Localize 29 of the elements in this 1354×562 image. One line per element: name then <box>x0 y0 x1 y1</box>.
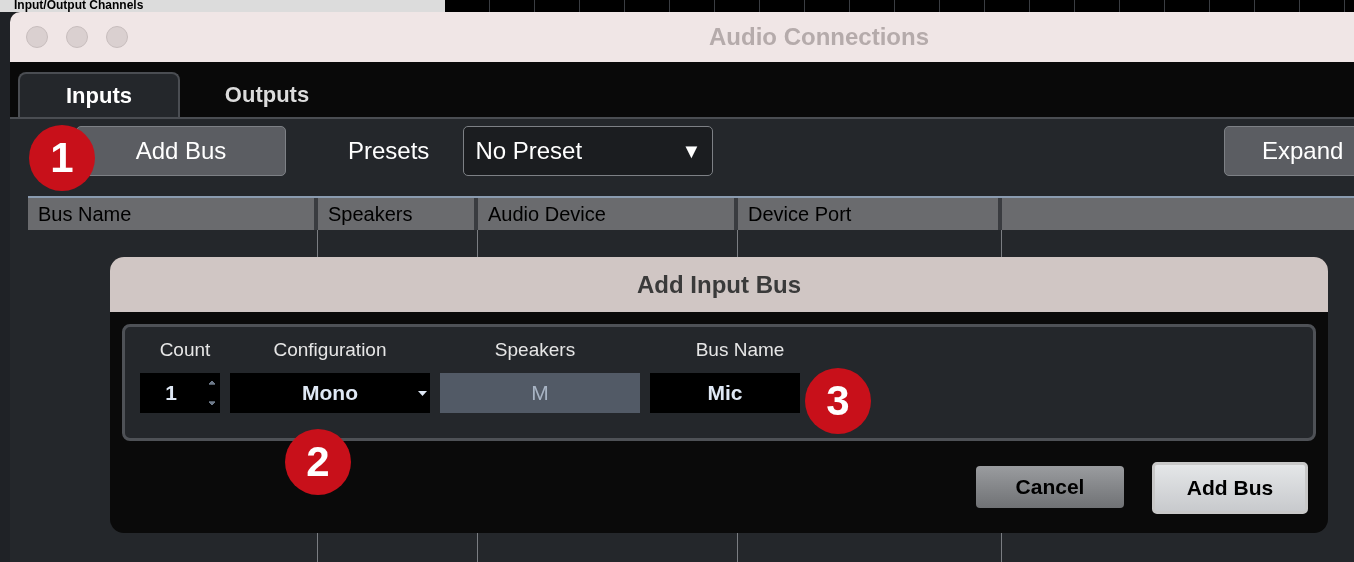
presets-label: Presets <box>348 136 430 166</box>
background-window-title: Input/Output Channels <box>14 0 144 11</box>
column-header[interactable]: Device Port <box>738 198 1002 230</box>
configuration-dropdown[interactable]: Mono <box>230 373 430 413</box>
speakers-field: M <box>440 373 640 413</box>
cancel-button[interactable]: Cancel <box>976 466 1124 508</box>
window-control-icon[interactable] <box>66 26 88 48</box>
window-control-icon[interactable] <box>106 26 128 48</box>
tab[interactable]: Outputs <box>180 72 354 117</box>
column-header[interactable]: Speakers <box>318 198 478 230</box>
add-bus-button[interactable]: Add Bus <box>76 126 286 176</box>
bus-name-field[interactable]: Mic <box>650 373 800 413</box>
dropdown-arrow: ▼ <box>681 139 702 164</box>
caret-icon <box>418 390 427 396</box>
stepper-icon[interactable] <box>207 379 217 407</box>
preset-dropdown[interactable]: No Preset ▼ <box>463 126 714 176</box>
field-label: Configuration <box>272 337 388 362</box>
column-header[interactable]: Audio Device <box>478 198 738 230</box>
add-bus-confirm-button[interactable]: Add Bus <box>1152 462 1308 514</box>
field-label: Bus Name <box>694 337 786 362</box>
field-label: Speakers <box>493 337 577 362</box>
dialog-title: Add Input Bus <box>637 269 801 300</box>
tab[interactable]: Inputs <box>18 72 180 117</box>
column-header[interactable]: Bus Name <box>28 198 318 230</box>
window-control-icon[interactable] <box>26 26 48 48</box>
count-field[interactable]: 1 <box>140 373 220 413</box>
expand-button[interactable]: Expand <box>1224 126 1354 176</box>
window-title: Audio Connections <box>709 22 929 52</box>
field-label: Count <box>158 337 212 362</box>
